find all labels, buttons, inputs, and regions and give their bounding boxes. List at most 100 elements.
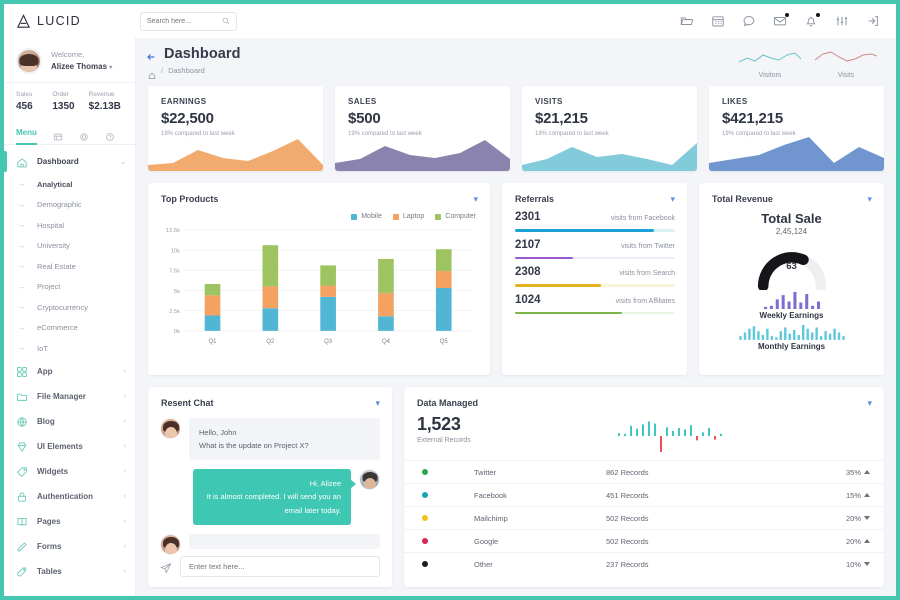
table-row[interactable]: Other 237 Records 10% [404,552,884,575]
chat-icon[interactable] [742,14,756,28]
stat-title: EARNINGS [161,97,323,106]
sidebar-item-widgets[interactable]: Widgets ‹ [4,459,135,484]
chevron-left-icon[interactable]: ‹ [124,368,126,375]
sliders-icon[interactable] [835,14,849,28]
stat-card-likes[interactable]: LIKES $421,215 19% compared to last week [709,86,884,171]
logout-icon[interactable] [866,14,880,28]
diamond-icon [16,440,28,452]
user-profile[interactable]: Welcome, Alizee Thomas ▾ [4,38,135,82]
sidebar-subitem-demographic[interactable]: – Demographic [4,195,135,216]
sidebar-subitem-ecommerce[interactable]: – eCommerce [4,318,135,339]
avatar [160,418,181,439]
table-row[interactable]: Twitter 862 Records 35% [404,460,884,483]
sidebar-subitem-university[interactable]: – University [4,236,135,257]
back-arrow-icon[interactable] [146,49,156,59]
sidebar-item-tables[interactable]: Tables ‹ [4,559,135,584]
referral-progress-track [515,312,675,315]
home-icon[interactable] [148,67,156,75]
svg-text:Q5: Q5 [440,338,449,345]
sidebar-item-blog[interactable]: Blog ‹ [4,409,135,434]
sidebar-subitem-label: IoT [37,344,48,353]
sidebar-subitem-real-estate[interactable]: – Real Estate [4,256,135,277]
search-box[interactable] [140,12,237,31]
globe-icon [16,415,28,427]
mail-icon[interactable] [773,14,787,28]
legend-item-laptop[interactable]: Laptop [393,213,424,220]
chevron-down-icon[interactable]: ▾ [473,195,478,204]
referral-row: 2107 visits from Twitter [515,239,675,251]
referral-row: 2301 visits from Facebook [515,211,675,223]
dash-icon: – [16,282,28,292]
sidebar-subitem-cryptocurrency[interactable]: – Cryptocurrency [4,297,135,318]
tab-menu[interactable]: Menu [16,123,37,145]
chat-input[interactable] [180,556,380,577]
referral-item-facebook[interactable]: 2301 visits from Facebook [502,204,687,232]
sidebar-item-dashboard[interactable]: Dashboard ⌄ [4,149,135,174]
chevron-left-icon[interactable]: ‹ [124,468,126,475]
sidebar-item-file-manager[interactable]: File Manager ‹ [4,384,135,409]
sidebar-item-ui-elements[interactable]: UI Elements ‹ [4,434,135,459]
grid-icon[interactable] [53,129,63,139]
stat-card-sales[interactable]: SALES $500 19% compared to last week [335,86,510,171]
sidebar-item-authentication[interactable]: Authentication ‹ [4,484,135,509]
card-header: Resent Chat ▾ [148,387,392,408]
chevron-left-icon[interactable]: ‹ [124,443,126,450]
sidebar-item-pages[interactable]: Pages ‹ [4,509,135,534]
legend-item-mobile[interactable]: Mobile [351,213,382,220]
folder-icon[interactable] [680,14,694,28]
trend-up-icon [864,493,870,497]
referral-item-search[interactable]: 2308 visits from Search [502,259,687,287]
chevron-left-icon[interactable]: ‹ [124,493,126,500]
table-row[interactable]: Google 502 Records 20% [404,529,884,552]
mini-chart-visits: Visits [812,48,880,79]
stat-card-visits[interactable]: VISITS $21,215 19% compared to last week [522,86,697,171]
sidebar-subitem-iot[interactable]: – IoT [4,338,135,359]
chevron-down-icon[interactable]: ⌄ [120,158,126,166]
sidebar-subitem-label: eCommerce [37,323,78,332]
profile-caret-icon[interactable]: ▾ [109,65,112,71]
chevron-left-icon[interactable]: ‹ [124,518,126,525]
external-records-summary: 1,523 External Records [417,414,471,444]
brand-logo[interactable]: LUCID [4,4,136,38]
percentage-value: 20% [846,537,861,546]
total-revenue-body: Total Sale 2,45,124 63 Weekly Earnings [699,204,884,351]
sidebar-item-app[interactable]: App ‹ [4,359,135,384]
bell-icon[interactable] [804,14,818,28]
table-row[interactable]: Facebook 451 Records 15% [404,483,884,506]
kpi-order: Order 1350 [52,90,88,114]
chevron-left-icon[interactable]: ‹ [124,393,126,400]
gear-icon[interactable] [79,129,89,139]
chevron-left-icon[interactable]: ‹ [124,543,126,550]
chevron-down-icon[interactable]: ▾ [375,399,380,408]
referral-item-twitter[interactable]: 2107 visits from Twitter [502,232,687,260]
help-icon[interactable] [105,129,115,139]
chevron-down-icon[interactable]: ▾ [867,195,872,204]
sidebar-subitem-label: University [37,241,70,250]
referral-item-affiliates[interactable]: 1024 visits from Affiliates [502,287,687,315]
sidebar-subitem-project[interactable]: – Project [4,277,135,298]
svg-text:12.5k: 12.5k [166,228,180,234]
sidebar-subitem-analytical[interactable]: – Analytical [4,174,135,195]
calendar-icon[interactable] [711,14,725,28]
title-row: Dashboard [146,46,736,62]
recent-chat-card: Resent Chat ▾ Hello, John What is the up… [148,387,392,587]
stat-card-earnings[interactable]: EARNINGS $22,500 19% compared to last we… [148,86,323,171]
search-input[interactable] [147,18,217,25]
sidebar-item-forms[interactable]: Forms ‹ [4,534,135,559]
svg-text:0k: 0k [174,329,180,335]
table-row[interactable]: Mailchimp 502 Records 20% [404,506,884,529]
sidebar-subitem-label: Real Estate [37,262,76,271]
chevron-down-icon[interactable]: ▾ [670,195,675,204]
chevron-left-icon[interactable]: ‹ [124,418,126,425]
chevron-down-icon[interactable]: ▾ [867,399,872,408]
card-title: Total Revenue [712,194,773,204]
legend-item-computer[interactable]: Computer [435,213,476,220]
send-icon[interactable] [160,561,172,573]
svg-text:Q4: Q4 [382,338,391,345]
dash-icon: – [16,179,28,189]
sidebar-item-label: App [37,367,115,376]
search-icon[interactable] [222,12,230,30]
sidebar-subitem-hospital[interactable]: – Hospital [4,215,135,236]
breadcrumb-current[interactable]: Dashboard [168,66,205,75]
chevron-left-icon[interactable]: ‹ [124,568,126,575]
